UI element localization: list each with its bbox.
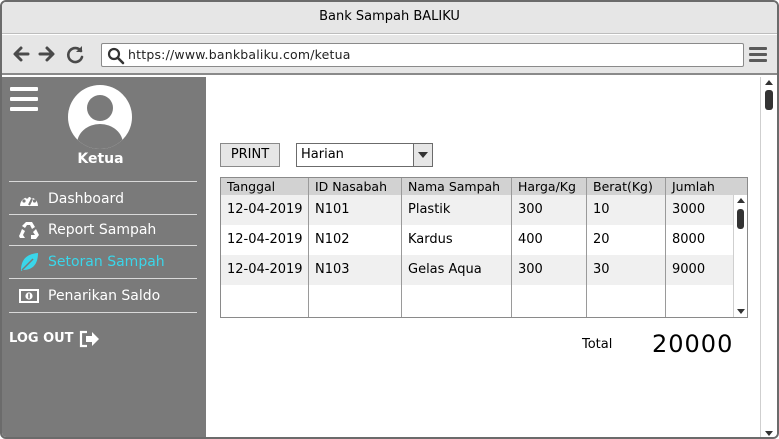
cell-harga: 300 [518, 202, 543, 217]
column-divider [586, 178, 587, 317]
cell-jumlah: 8000 [672, 232, 706, 247]
sidebar-item-label: Report Sampah [48, 222, 157, 238]
column-divider [308, 178, 309, 317]
cell-berat: 30 [593, 262, 610, 277]
scroll-down-icon[interactable] [765, 431, 773, 436]
table-row[interactable]: 12-04-2019 N103 Gelas Aqua 300 30 9000 [221, 255, 733, 285]
cell-nama-sampah: Kardus [408, 232, 453, 247]
total-label: Total [582, 337, 613, 352]
page-scrollbar[interactable] [760, 77, 777, 437]
column-header[interactable]: Berat(Kg) [587, 178, 666, 195]
cell-nama-sampah: Gelas Aqua [408, 262, 482, 277]
window-title: Bank Sampah BALIKU [2, 2, 777, 34]
column-header[interactable]: Harga/Kg [512, 178, 587, 195]
sidebar-item-label: Setoran Sampah [48, 254, 165, 270]
arrow-right-icon[interactable] [36, 43, 58, 65]
cell-id-nasabah: N102 [315, 232, 350, 247]
user-role-label: Ketua [77, 151, 124, 167]
main-content: PRINT Harian Tanggal ID Nasabah Nama Sam… [206, 77, 762, 437]
sidebar-item-penarikan-saldo[interactable]: Penarikan Saldo [16, 283, 196, 309]
divider [9, 245, 197, 246]
sidebar-item-dashboard[interactable]: Dashboard [16, 186, 196, 212]
scroll-thumb[interactable] [737, 209, 744, 229]
money-icon [19, 289, 39, 303]
scroll-thumb[interactable] [765, 90, 773, 110]
total-value: 20000 [652, 330, 734, 358]
browser-window: Bank Sampah BALIKU https://www.bankbalik… [0, 0, 779, 439]
table-row[interactable]: 12-04-2019 N102 Kardus 400 20 8000 [221, 225, 733, 255]
period-select[interactable]: Harian [296, 143, 433, 167]
table-row-empty [221, 285, 733, 315]
arrow-left-icon[interactable] [10, 43, 32, 65]
address-bar: https://www.bankbaliku.com/ketua [2, 35, 777, 75]
divider [9, 181, 197, 182]
sidebar-item-report-sampah[interactable]: Report Sampah [16, 217, 196, 243]
column-header[interactable]: Nama Sampah [402, 178, 512, 195]
sidebar: Ketua Dashboard Report Sampah Setoran Sa… [2, 77, 206, 437]
cell-jumlah: 3000 [672, 202, 706, 217]
cell-tanggal: 12-04-2019 [227, 262, 303, 277]
sidebar-item-label: Dashboard [48, 191, 124, 207]
chevron-down-icon[interactable] [413, 144, 432, 166]
scroll-up-icon[interactable] [737, 198, 745, 203]
divider [9, 214, 197, 215]
cell-tanggal: 12-04-2019 [227, 202, 303, 217]
recycle-icon [19, 222, 39, 239]
column-header[interactable]: ID Nasabah [309, 178, 402, 195]
logout-icon [79, 330, 99, 348]
divider [9, 312, 197, 313]
cell-id-nasabah: N101 [315, 202, 350, 217]
sidebar-item-label: Penarikan Saldo [48, 288, 161, 304]
avatar [68, 85, 132, 149]
column-header[interactable]: Jumlah [666, 178, 736, 195]
cell-jumlah: 9000 [672, 262, 706, 277]
cell-tanggal: 12-04-2019 [227, 232, 303, 247]
url-text: https://www.bankbaliku.com/ketua [128, 47, 351, 62]
reload-icon[interactable] [64, 43, 86, 65]
column-divider [401, 178, 402, 317]
period-select-value: Harian [301, 147, 344, 162]
hamburger-icon[interactable] [749, 47, 767, 63]
sidebar-toggle-icon[interactable] [10, 87, 38, 111]
leaf-icon [21, 253, 38, 271]
logout-label: LOG OUT [9, 331, 74, 346]
print-button[interactable]: PRINT [220, 143, 280, 167]
divider [9, 278, 197, 279]
column-header[interactable]: Tanggal [221, 178, 309, 195]
scroll-up-icon[interactable] [765, 80, 773, 85]
table-header: Tanggal ID Nasabah Nama Sampah Harga/Kg … [221, 178, 747, 195]
column-divider [511, 178, 512, 317]
logout-button[interactable]: LOG OUT [9, 327, 100, 351]
column-divider [665, 178, 666, 317]
setoran-table: Tanggal ID Nasabah Nama Sampah Harga/Kg … [220, 177, 748, 318]
table-row[interactable]: 12-04-2019 N101 Plastik 300 10 3000 [221, 195, 733, 225]
cell-nama-sampah: Plastik [408, 202, 451, 217]
cell-id-nasabah: N103 [315, 262, 350, 277]
search-icon [107, 47, 125, 65]
cell-harga: 400 [518, 232, 543, 247]
cell-berat: 20 [593, 232, 610, 247]
url-input[interactable]: https://www.bankbaliku.com/ketua [101, 43, 744, 67]
table-scrollbar[interactable] [733, 195, 747, 317]
cell-harga: 300 [518, 262, 543, 277]
cell-berat: 10 [593, 202, 610, 217]
gauge-icon [20, 195, 38, 206]
sidebar-item-setoran-sampah[interactable]: Setoran Sampah [16, 249, 196, 275]
scroll-down-icon[interactable] [737, 309, 745, 314]
